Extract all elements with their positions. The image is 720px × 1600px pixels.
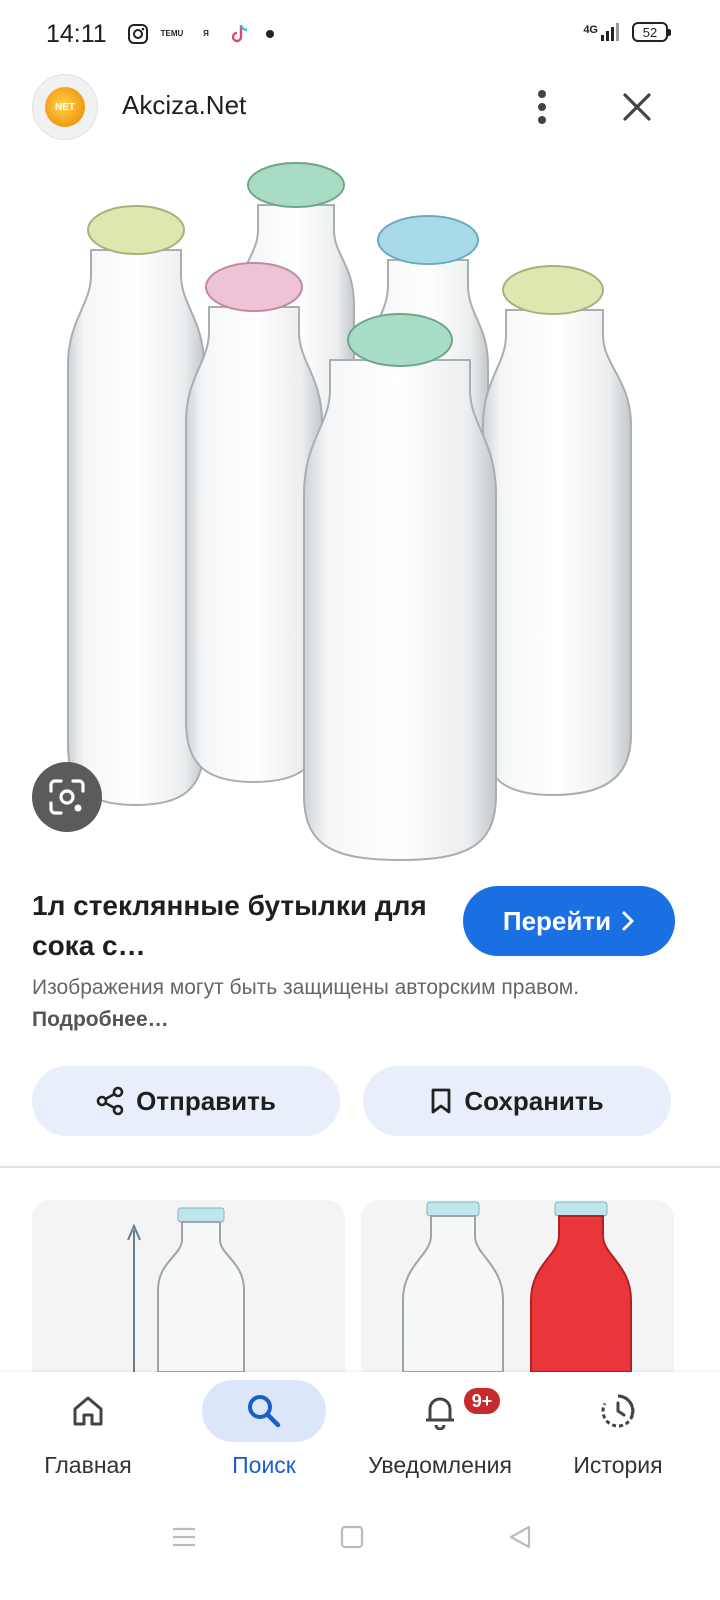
system-status: 4G 52 [583, 22, 671, 42]
notification-badge: 9+ [462, 1386, 502, 1416]
related-image-1[interactable] [32, 1200, 345, 1372]
bottles-image [67, 162, 632, 862]
copyright-notice: Изображения могут быть защищены авторски… [32, 972, 672, 1036]
lens-icon [49, 779, 85, 815]
notification-icons: TEMU Я [126, 22, 274, 46]
visit-label: Перейти [502, 905, 612, 936]
status-time: 14:11 [46, 20, 107, 48]
back-triangle-icon [509, 1525, 531, 1549]
nav-home-label: Главная [44, 1452, 132, 1478]
nav-search-label: Поиск [232, 1452, 296, 1478]
main-image[interactable] [36, 150, 684, 872]
share-button[interactable]: Отправить [32, 1066, 340, 1136]
save-button[interactable]: Сохранить [363, 1066, 671, 1136]
related-image-2[interactable] [361, 1200, 674, 1372]
square-icon [340, 1525, 364, 1549]
tiktok-icon [228, 22, 252, 46]
share-icon [96, 1086, 124, 1116]
bell-icon [426, 1397, 454, 1430]
home-system-button[interactable] [322, 1512, 382, 1562]
close-button[interactable] [612, 82, 662, 132]
search-icon [248, 1395, 281, 1428]
menu-icon [173, 1527, 195, 1547]
close-icon [623, 93, 651, 121]
system-navigation-bar [0, 1500, 720, 1600]
result-title[interactable]: 1л стеклянные бутылки для сока с… [32, 886, 432, 966]
nav-notifications-label: Уведомления [368, 1452, 512, 1478]
save-label: Сохранить [464, 1085, 604, 1116]
image-viewer-header: NET Akciza.Net [0, 72, 720, 144]
nav-home[interactable]: Главная [26, 1372, 150, 1500]
instagram-icon [126, 22, 150, 46]
nav-history-label: История [573, 1452, 663, 1478]
temu-icon: TEMU [160, 22, 184, 46]
history-icon [601, 1394, 635, 1428]
divider [0, 1166, 720, 1168]
battery-icon: 52 [632, 22, 671, 42]
status-bar: 14:11 TEMU Я 4G 52 [0, 0, 720, 72]
nav-search[interactable]: Поиск [202, 1372, 326, 1500]
site-name[interactable]: Akciza.Net [122, 90, 246, 121]
google-lens-button[interactable] [32, 762, 102, 832]
yandex-market-icon: Я [194, 22, 218, 46]
signal-icon: 4G [583, 22, 622, 42]
visit-button[interactable]: Перейти [463, 886, 675, 956]
related-bottle-image-1 [127, 1207, 245, 1372]
network-type: 4G [583, 24, 598, 36]
recent-apps-button[interactable] [154, 1512, 214, 1562]
nav-history[interactable]: История [556, 1372, 680, 1500]
more-notifications-dot [266, 30, 274, 38]
site-logo[interactable]: NET [32, 74, 98, 140]
home-icon [73, 1396, 103, 1426]
battery-level: 52 [642, 24, 658, 40]
share-label: Отправить [136, 1085, 276, 1116]
more-options-button[interactable] [520, 82, 564, 132]
logo-text: NET [45, 87, 85, 127]
back-system-button[interactable] [490, 1512, 550, 1562]
bottom-navigation: Главная Поиск 9+ Уведомления История [0, 1372, 720, 1500]
copyright-text: Изображения могут быть защищены авторски… [32, 976, 580, 999]
chevron-right-icon [622, 911, 634, 931]
learn-more-link[interactable]: Подробнее… [32, 1008, 169, 1031]
temu-label: TEMU [160, 29, 184, 38]
more-vert-icon [538, 90, 546, 124]
related-bottle-image-2 [402, 1201, 632, 1372]
nav-notifications[interactable]: 9+ Уведомления [360, 1372, 520, 1500]
market-label: Я [203, 29, 209, 38]
bookmark-icon [431, 1088, 451, 1114]
